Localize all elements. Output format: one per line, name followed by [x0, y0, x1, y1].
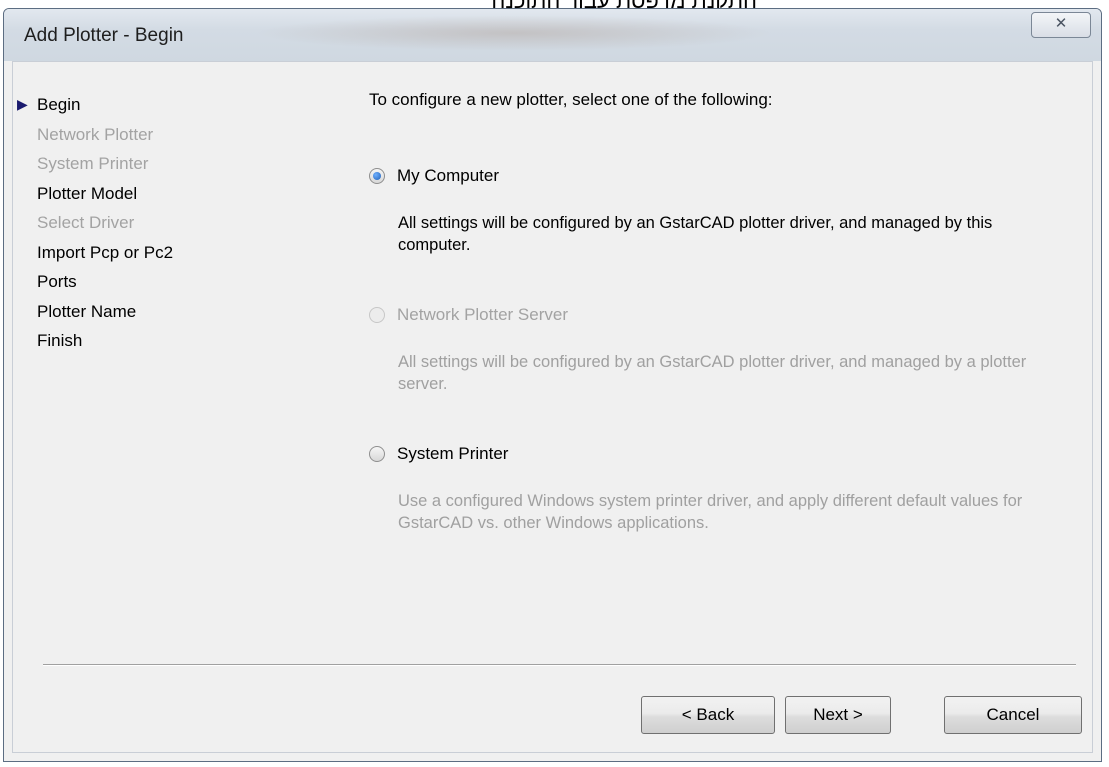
step-begin: ▶ Begin [17, 90, 173, 120]
dialog-title: Add Plotter - Begin [24, 25, 184, 46]
close-icon: ✕ [1054, 15, 1068, 32]
step-system-printer: System Printer [37, 154, 149, 173]
title-bar[interactable]: Add Plotter - Begin ✕ [4, 9, 1101, 61]
step-finish: Finish [37, 331, 83, 350]
option-my-computer[interactable]: My Computer [369, 166, 499, 186]
instruction-text: To configure a new plotter, select one o… [369, 90, 773, 109]
wizard-steps: ▶ Begin Network Plotter System Printer P… [17, 90, 174, 356]
options-panel: To configure a new plotter, select one o… [369, 90, 1089, 532]
step-plotter-model: Plotter Model [37, 183, 138, 203]
step-network-plotter: Network Plotter [37, 124, 154, 144]
button-separator [43, 664, 1076, 666]
option-system-printer-label[interactable]: System Printer [397, 444, 508, 464]
add-plotter-dialog: Add Plotter - Begin ✕ ▶ Begin Network Pl… [3, 8, 1102, 762]
option-system-printer-description: Use a configured Windows system printer … [398, 492, 1023, 532]
dialog-body: ▶ Begin Network Plotter System Printer P… [12, 61, 1093, 753]
step-ports: Ports [37, 272, 77, 291]
radio-system-printer[interactable] [369, 446, 385, 462]
option-my-computer-label[interactable]: My Computer [397, 166, 499, 186]
option-network-plotter-server: Network Plotter Server [369, 305, 568, 325]
option-network-plotter-server-description: All settings will be configured by an Gs… [398, 353, 1027, 393]
close-button[interactable]: ✕ [1031, 12, 1091, 38]
option-system-printer[interactable]: System Printer [369, 444, 508, 464]
current-step-arrow-icon: ▶ [17, 96, 28, 112]
step-import-pcp-or-pc2: Import Pcp or Pc2 [37, 242, 174, 262]
step-select-driver: Select Driver [37, 213, 135, 232]
next-button[interactable]: Next > [785, 696, 891, 734]
step-plotter-name: Plotter Name [37, 301, 137, 321]
option-network-plotter-server-label: Network Plotter Server [397, 305, 568, 324]
radio-my-computer[interactable] [369, 168, 385, 184]
back-button[interactable]: < Back [641, 696, 775, 734]
radio-network-plotter-server [369, 307, 385, 323]
cancel-button[interactable]: Cancel [944, 696, 1082, 734]
option-my-computer-description: All settings will be configured by an Gs… [398, 214, 993, 254]
